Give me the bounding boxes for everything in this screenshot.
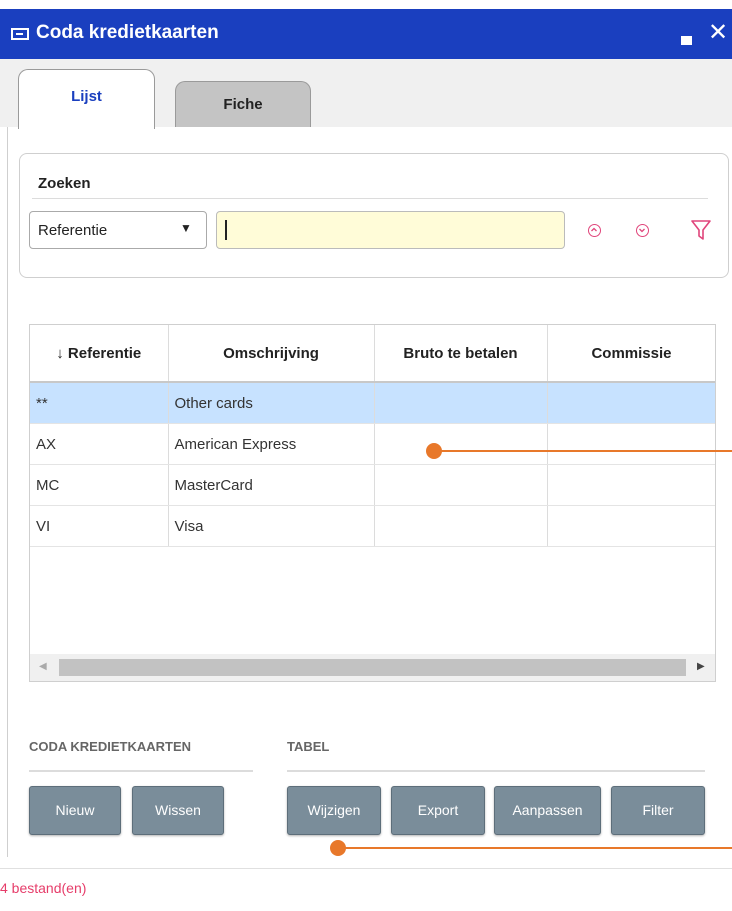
cell-referentie: AX — [30, 423, 169, 465]
wissen-button[interactable]: Wissen — [132, 786, 224, 835]
search-field-value: Referentie — [38, 222, 108, 239]
column-header-bruto[interactable]: Bruto te betalen — [374, 325, 548, 383]
window-title: Coda kredietkaarten — [36, 22, 219, 43]
column-header-commissie[interactable]: Commissie — [547, 325, 715, 383]
table-row[interactable]: AX American Express — [30, 423, 715, 465]
title-bar: Coda kredietkaarten ✕ — [0, 9, 732, 59]
cell-bruto — [374, 382, 548, 424]
cell-referentie: ** — [30, 382, 169, 424]
cell-omschrijving: Other cards — [168, 382, 375, 424]
window: Coda kredietkaarten ✕ Lijst Fiche Zoeken… — [0, 0, 732, 911]
tab-lijst[interactable]: Lijst — [18, 69, 155, 129]
section-divider — [287, 770, 705, 772]
filter-funnel-icon[interactable] — [691, 219, 711, 241]
tab-fiche[interactable]: Fiche — [175, 81, 311, 127]
filter-button[interactable]: Filter — [611, 786, 705, 835]
cell-commissie — [547, 464, 715, 506]
sort-up-icon[interactable] — [588, 224, 601, 237]
close-icon[interactable]: ✕ — [708, 21, 728, 45]
search-field-select[interactable]: Referentie ▼ — [29, 211, 207, 249]
search-input[interactable] — [216, 211, 565, 249]
text-caret — [225, 220, 227, 240]
column-header-referentie[interactable]: ↓ Referentie — [30, 325, 169, 383]
section-title-tabel: TABEL — [287, 739, 330, 754]
callout-line — [344, 847, 732, 849]
maximize-icon[interactable] — [681, 36, 692, 45]
column-header-omschrijving[interactable]: Omschrijving — [168, 325, 375, 383]
cell-bruto — [374, 505, 548, 547]
cell-commissie — [547, 505, 715, 547]
cell-commissie — [547, 382, 715, 424]
record-count-status: 4 bestand(en) — [0, 880, 87, 896]
window-icon — [11, 28, 29, 40]
cell-commissie — [547, 423, 715, 465]
horizontal-scrollbar[interactable]: ◀ ▶ — [30, 654, 715, 681]
table-row[interactable]: VI Visa — [30, 505, 715, 547]
data-grid: ↓ Referentie Omschrijving Bruto te betal… — [29, 324, 716, 682]
section-divider — [29, 770, 253, 772]
cell-omschrijving: MasterCard — [168, 464, 375, 506]
section-title-coda: CODA KREDIETKAARTEN — [29, 739, 192, 754]
grid-table: ↓ Referentie Omschrijving Bruto te betal… — [30, 325, 715, 547]
cell-referentie: VI — [30, 505, 169, 547]
callout-line — [440, 450, 732, 452]
status-divider — [0, 868, 732, 869]
dropdown-arrow-icon: ▼ — [180, 221, 192, 235]
table-row[interactable]: MC MasterCard — [30, 464, 715, 506]
search-panel: Zoeken Referentie ▼ — [19, 153, 729, 278]
nieuw-button[interactable]: Nieuw — [29, 786, 121, 835]
header-row: ↓ Referentie Omschrijving Bruto te betal… — [30, 325, 715, 383]
wijzigen-button[interactable]: Wijzigen — [287, 786, 381, 835]
export-button[interactable]: Export — [391, 786, 485, 835]
scroll-thumb[interactable] — [59, 659, 686, 676]
search-label: Zoeken — [38, 175, 91, 192]
scroll-left-icon[interactable]: ◀ — [39, 661, 47, 672]
cell-omschrijving: Visa — [168, 505, 375, 547]
divider — [32, 198, 708, 199]
table-row[interactable]: ** Other cards — [30, 382, 715, 424]
cell-referentie: MC — [30, 464, 169, 506]
cell-bruto — [374, 464, 548, 506]
panel-border — [7, 127, 8, 857]
cell-omschrijving: American Express — [168, 423, 375, 465]
aanpassen-button[interactable]: Aanpassen — [494, 786, 601, 835]
scroll-right-icon[interactable]: ▶ — [697, 661, 705, 672]
cell-bruto — [374, 423, 548, 465]
sort-down-icon[interactable] — [636, 224, 649, 237]
